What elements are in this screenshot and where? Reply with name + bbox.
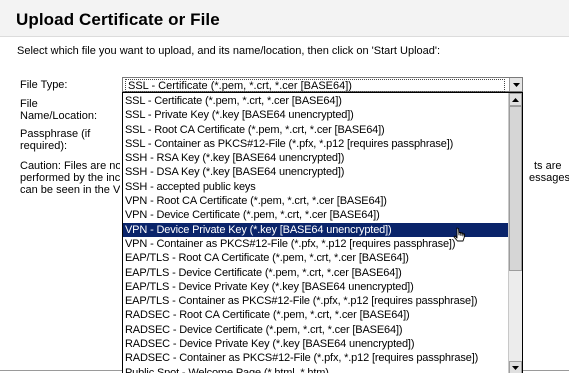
file-type-label: File Type: (20, 79, 68, 91)
dropdown-option[interactable]: RADSEC - Device Certificate (*.pem, *.cr… (123, 323, 509, 337)
scrollbar-thumb[interactable] (509, 106, 522, 271)
passphrase-label-line1: Passphrase (if (20, 128, 91, 140)
scroll-down-icon[interactable] (509, 361, 522, 373)
dropdown-option[interactable]: VPN - Container as PKCS#12-File (*.pfx, … (123, 237, 509, 251)
dropdown-option[interactable]: RADSEC - Container as PKCS#12-File (*.pf… (123, 351, 509, 365)
mouse-pointer-icon (453, 227, 467, 245)
bottom-divider (0, 370, 122, 371)
dropdown-option[interactable]: SSH - DSA Key (*.key [BASE64 unencrypted… (123, 165, 509, 179)
dropdown-option[interactable]: SSH - accepted public keys (123, 180, 509, 194)
dropdown-option[interactable]: RADSEC - Device Private Key (*.key [BASE… (123, 337, 509, 351)
file-name-label-line2: Name/Location: (20, 110, 98, 122)
dropdown-option[interactable]: EAP/TLS - Root CA Certificate (*.pem, *.… (123, 251, 509, 265)
bottom-divider-right (523, 370, 569, 371)
caution-line: Caution: Files are no (20, 160, 120, 172)
dropdown-option[interactable]: SSH - RSA Key (*.key [BASE64 unencrypted… (123, 151, 509, 165)
dropdown-option[interactable]: Public Spot - Welcome Page (*.html, *.ht… (123, 366, 509, 373)
dropdown-option[interactable]: EAP/TLS - Device Private Key (*.key [BAS… (123, 280, 509, 294)
passphrase-label-line2: required): (20, 140, 68, 152)
caution-text-right-1: ts are (534, 160, 562, 172)
file-type-select[interactable]: SSL - Certificate (*.pem, *.crt, *.cer [… (122, 77, 523, 92)
dropdown-option[interactable]: SSL - Certificate (*.pem, *.crt, *.cer [… (123, 94, 509, 108)
file-name-label-line1: File (20, 98, 38, 110)
upload-page: Upload Certificate or File Select which … (0, 0, 569, 373)
dropdown-option[interactable]: EAP/TLS - Device Certificate (*.pem, *.c… (123, 266, 509, 280)
caution-text: Caution: Files are no performed by the i… (20, 160, 120, 196)
dropdown-option[interactable]: RADSEC - Root CA Certificate (*.pem, *.c… (123, 308, 509, 322)
page-title: Upload Certificate or File (16, 10, 220, 29)
dropdown-option[interactable]: EAP/TLS - Container as PKCS#12-File (*.p… (123, 294, 509, 308)
dropdown-option[interactable]: SSL - Private Key (*.key [BASE64 unencry… (123, 108, 509, 122)
dropdown-option[interactable]: VPN - Device Certificate (*.pem, *.crt, … (123, 208, 509, 222)
caution-text-right-2: essages (529, 172, 569, 184)
file-type-selected-value: SSL - Certificate (*.pem, *.crt, *.cer [… (125, 79, 505, 92)
dropdown-scrollbar[interactable] (508, 93, 522, 373)
chevron-down-icon[interactable] (509, 78, 522, 91)
dropdown-option[interactable]: SSL - Container as PKCS#12-File (*.pfx, … (123, 137, 509, 151)
scroll-up-icon[interactable] (509, 93, 522, 106)
intro-text: Select which file you want to upload, an… (17, 45, 441, 57)
caution-line: performed by the inc (20, 172, 120, 184)
dropdown-option[interactable]: VPN - Device Private Key (*.key [BASE64 … (123, 222, 509, 237)
dropdown-option[interactable]: SSL - Root CA Certificate (*.pem, *.crt,… (123, 123, 509, 137)
dropdown-option[interactable]: VPN - Root CA Certificate (*.pem, *.crt,… (123, 194, 509, 208)
caution-line: can be seen in the V (20, 184, 120, 196)
dropdown-options: SSL - Certificate (*.pem, *.crt, *.cer [… (123, 94, 509, 373)
